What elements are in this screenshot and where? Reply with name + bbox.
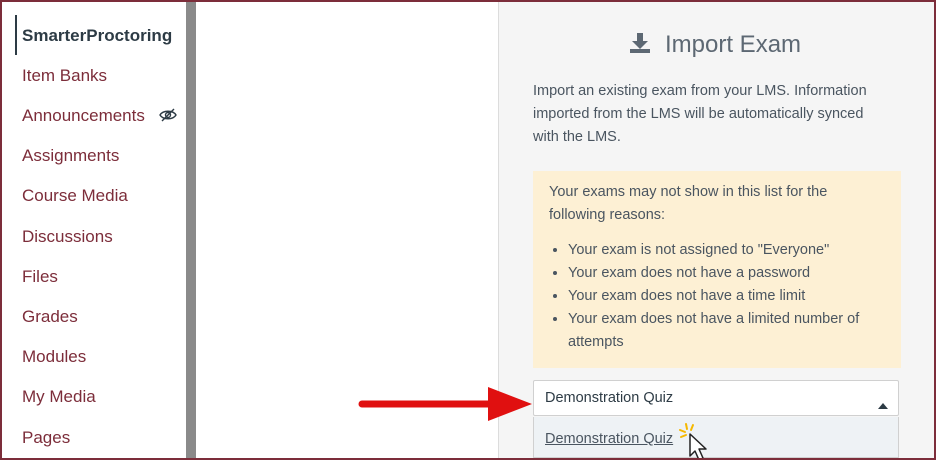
exam-select[interactable]: Demonstration Quiz (533, 380, 899, 416)
import-exam-panel: Import Exam Import an existing exam from… (498, 2, 934, 458)
notice-heading: Your exams may not show in this list for… (549, 184, 828, 223)
annotation-arrow-icon (358, 383, 534, 430)
nav-item-smarterproctoring[interactable]: SmarterProctoring (22, 26, 172, 46)
mouse-pointer-icon (678, 422, 712, 458)
nav-item-item-banks[interactable]: Item Banks (22, 66, 107, 86)
app-window: SmarterProctoring Item Banks Announcemen… (0, 0, 936, 460)
dropdown-option[interactable]: Demonstration Quiz (545, 431, 673, 447)
reason-list: Your exam is not assigned to "Everyone" … (549, 239, 904, 354)
list-item: Your exam does not have a password (568, 262, 904, 285)
page-title: Import Exam (665, 31, 802, 58)
download-icon (629, 32, 651, 59)
nav-item-files[interactable]: Files (22, 267, 58, 287)
intro-text: Import an existing exam from your LMS. I… (533, 83, 867, 145)
eye-slash-icon (159, 108, 177, 127)
list-item: Your exam is not assigned to "Everyone" (568, 239, 904, 262)
nav-item-my-media[interactable]: My Media (22, 387, 96, 407)
exam-select-value: Demonstration Quiz (545, 390, 674, 406)
nav-item-discussions[interactable]: Discussions (22, 227, 113, 247)
exam-dropdown-list: Demonstration Quiz (533, 417, 899, 458)
list-item: Your exam does not have a limited number… (568, 308, 904, 354)
nav-item-grades[interactable]: Grades (22, 307, 78, 327)
active-indicator (15, 15, 17, 55)
notice-box: Your exams may not show in this list for… (533, 171, 901, 368)
course-navigation: SmarterProctoring Item Banks Announcemen… (2, 2, 187, 458)
nav-item-course-media[interactable]: Course Media (22, 186, 128, 206)
panel-header: Import Exam (629, 30, 801, 60)
nav-item-pages[interactable]: Pages (22, 428, 70, 448)
list-item: Your exam does not have a time limit (568, 285, 904, 308)
nav-item-modules[interactable]: Modules (22, 347, 86, 367)
nav-item-announcements[interactable]: Announcements (22, 106, 145, 126)
nav-item-assignments[interactable]: Assignments (22, 146, 119, 166)
sidebar-scrollbar[interactable] (186, 2, 196, 458)
caret-up-icon (878, 396, 888, 414)
